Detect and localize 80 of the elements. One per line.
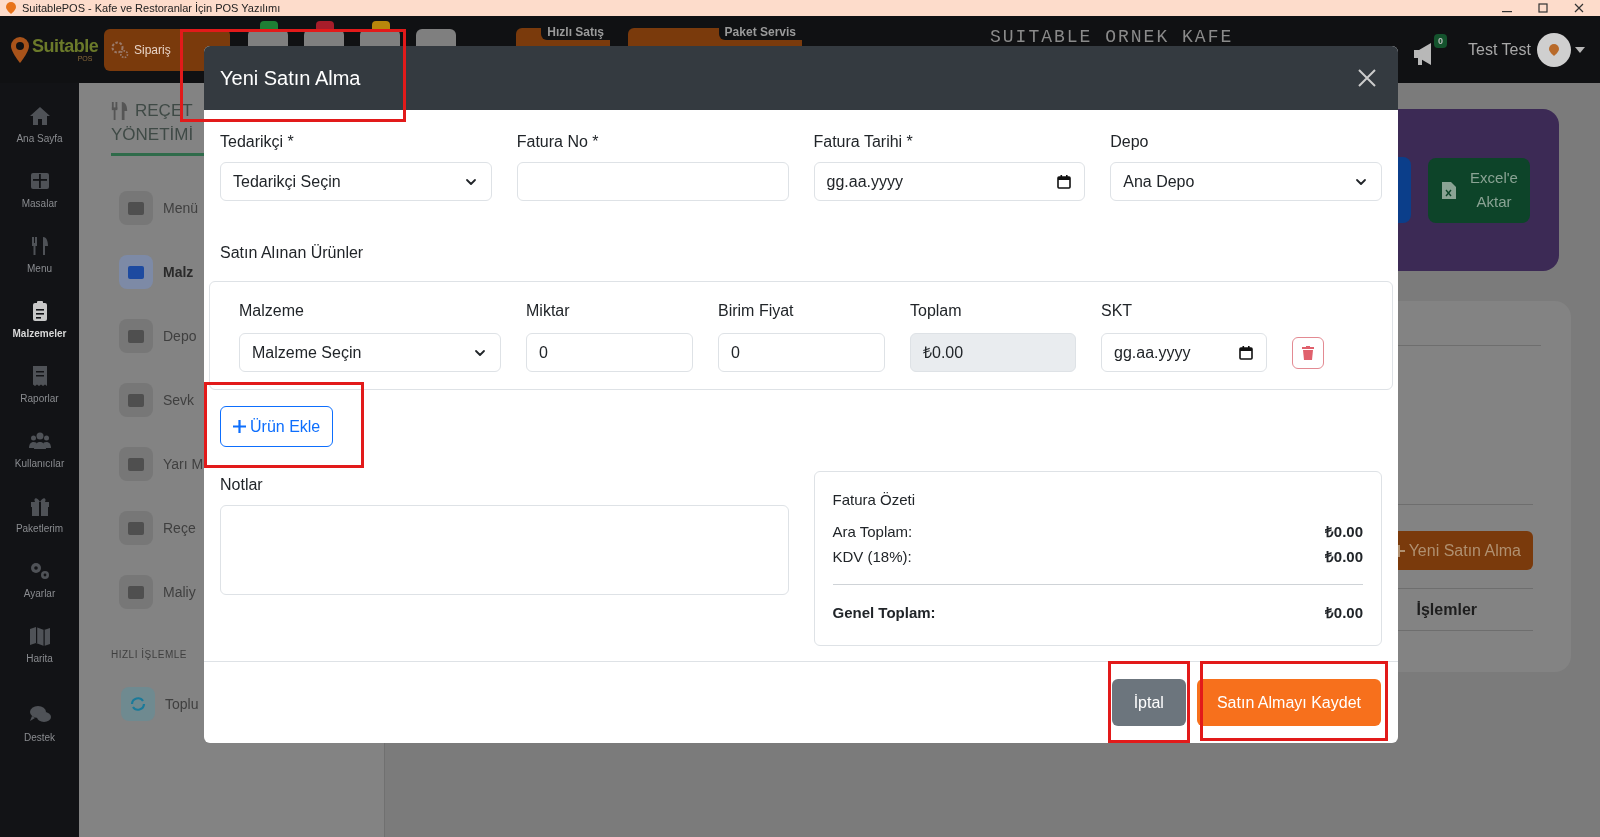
item-icon: [119, 191, 153, 225]
sync-icon: [121, 687, 155, 721]
menu-item-icon: [28, 495, 51, 517]
summary-value: ₺0.00: [1324, 603, 1363, 623]
readonly-field: ₺0.00: [910, 333, 1076, 372]
field-label: Tedarikçi *: [220, 132, 295, 152]
close-icon[interactable]: [1574, 3, 1584, 13]
item-icon: [119, 383, 153, 417]
summary-title: Fatura Özeti: [832, 490, 917, 510]
sidebar-item[interactable]: Paketlerim: [0, 495, 79, 535]
field-label: Fatura Tarihi *: [813, 132, 914, 152]
sidebar-item[interactable]: Harita: [0, 625, 79, 665]
panel-menu-item[interactable]: Malz: [163, 261, 194, 283]
maximize-icon[interactable]: [1538, 3, 1548, 13]
menu-item-icon: [28, 170, 51, 192]
summary-label: KDV (18%):: [832, 547, 912, 567]
column-label: Miktar: [526, 301, 571, 321]
field-label: Fatura No *: [516, 132, 600, 152]
field-label: Notlar: [220, 475, 264, 495]
select-field[interactable]: Ana Depo: [1110, 162, 1382, 201]
select-field[interactable]: Malzeme Seçin: [239, 333, 501, 372]
date-field[interactable]: gg.aa.yyyy: [1101, 333, 1267, 372]
section-heading: HIZLI İŞLEMLE: [111, 647, 187, 662]
pin-icon: [10, 35, 30, 64]
button-tab-label: Hızlı Satış: [541, 24, 610, 40]
sidebar-item[interactable]: Menu: [0, 235, 79, 275]
date-field[interactable]: gg.aa.yyyy: [813, 162, 1086, 201]
section-label: Satın Alınan Ürünler: [220, 243, 365, 263]
field-label: Depo: [1110, 132, 1150, 152]
calendar-icon: [1056, 173, 1073, 190]
input-field[interactable]: 0: [526, 333, 693, 372]
cancel-button[interactable]: İptal: [1111, 679, 1186, 726]
plus-icon: [233, 420, 246, 433]
item-icon: [119, 511, 153, 545]
column-label: SKT: [1101, 301, 1134, 321]
utensils-icon: [111, 101, 129, 121]
menu-item-icon: [28, 625, 51, 647]
user-avatar[interactable]: [1536, 33, 1571, 67]
caret-icon[interactable]: [1574, 47, 1585, 53]
user-name: Test Test: [1468, 40, 1531, 60]
summary-label: Genel Toplam:: [832, 603, 936, 623]
notification-badge: 0: [1434, 34, 1447, 48]
column-label: Toplam: [910, 301, 963, 321]
sidebar-item[interactable]: Raporlar: [0, 365, 79, 405]
select-field[interactable]: Tedarikçi Seçin: [220, 162, 492, 201]
sidebar-item[interactable]: Ana Sayfa: [0, 105, 79, 145]
item-icon: [119, 575, 153, 609]
app-icon: [6, 2, 16, 14]
add-product-button[interactable]: Ürün Ekle: [220, 406, 334, 447]
panel-title: YÖNETİMİ: [111, 124, 194, 146]
spreadsheet-icon: [1442, 181, 1456, 199]
summary-label: Ara Toplam:: [832, 522, 913, 542]
trash-icon: [1302, 345, 1314, 360]
menu-item-icon: [28, 560, 51, 582]
column-label: Malzeme: [239, 301, 305, 321]
item-icon: [119, 319, 153, 353]
item-icon: [119, 447, 153, 481]
sidebar-item[interactable]: Masalar: [0, 170, 79, 210]
sidebar-item[interactable]: Kullanıcılar: [0, 430, 79, 470]
summary-value: ₺0.00: [1324, 522, 1363, 542]
sidebar-item[interactable]: Destek: [0, 704, 79, 744]
input-field[interactable]: [516, 162, 789, 201]
button-tab-label: Paket Servis: [718, 24, 802, 40]
column-label: Birim Fiyat: [718, 301, 795, 321]
column-header: İşlemler: [1416, 599, 1477, 620]
sidebar-item[interactable]: Ayarlar: [0, 560, 79, 600]
shop-name: SUITABLE ORNEK KAFE: [990, 26, 1234, 49]
menu-item-icon: [28, 430, 51, 452]
sidebar-item[interactable]: Malzemeler: [0, 300, 79, 340]
pin-icon: [1548, 44, 1559, 56]
summary-value: ₺0.00: [1324, 547, 1363, 567]
item-icon: [119, 255, 153, 289]
gears-icon: [110, 39, 130, 60]
delete-button[interactable]: [1292, 336, 1324, 369]
brand-name: Suitable: [32, 37, 99, 55]
calendar-icon: [1238, 344, 1254, 361]
export-button[interactable]: Excel'e Aktar: [1428, 157, 1530, 223]
input-field[interactable]: 0: [718, 333, 885, 372]
menu-item-icon: [28, 105, 51, 127]
window-title: SuitablePOS - Kafe ve Restoranlar İçin POS Yazılımı: [22, 1, 281, 15]
